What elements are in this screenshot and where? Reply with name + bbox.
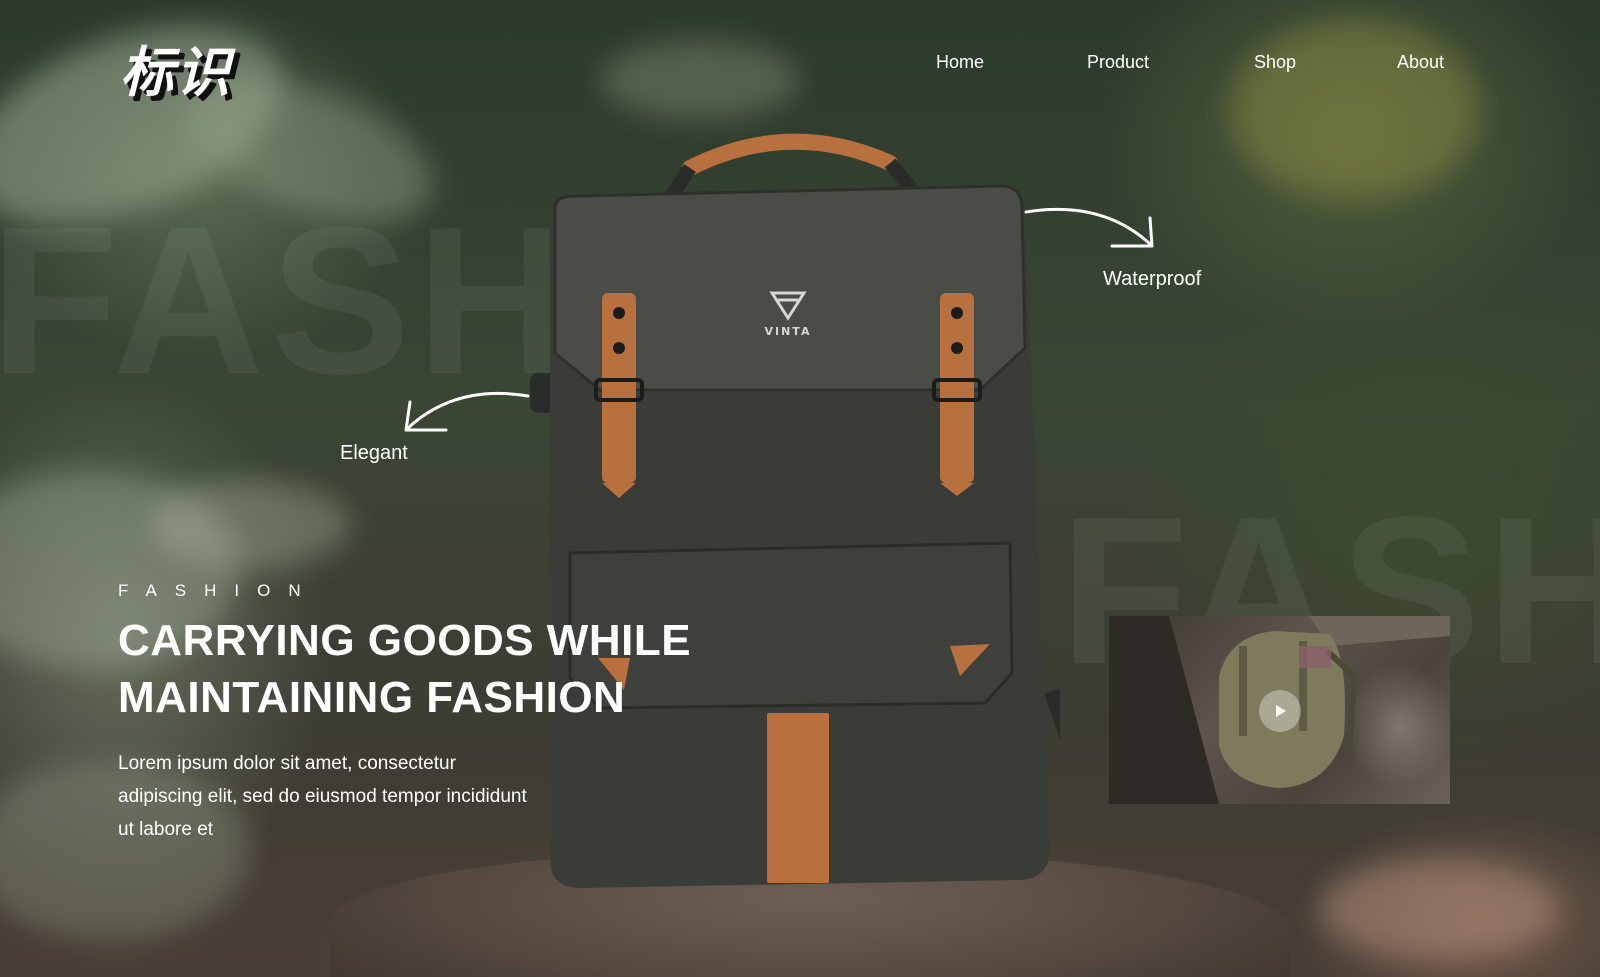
bag-brand-mark: VINTA [765,325,812,338]
elegant-arrow-icon [404,392,530,432]
waterproof-arrow-icon [1024,208,1154,248]
waterproof-callout: Waterproof [1103,268,1202,290]
foliage-blur [1320,860,1560,960]
nav-shop-link[interactable]: Shop [1254,52,1296,73]
hero-eyebrow: FASHION [118,581,319,600]
nav-about-link[interactable]: About [1397,52,1444,73]
hero-body-text: Lorem ipsum dolor sit amet, consectetur … [118,753,527,840]
foliage-blur [600,40,800,120]
play-icon [1276,705,1286,717]
hero-headline-line: CARRYING GOODS WHILE [118,616,692,665]
nav-product-link[interactable]: Product [1087,52,1149,73]
site-logo[interactable]: 标识 [120,28,232,107]
elegant-callout: Elegant [340,442,408,464]
hero-headline-line: MAINTAINING FASHION [118,673,626,722]
hero-stage: FASHION FASHION VINTA 标识 Home P [0,0,1600,977]
play-button[interactable] [1259,690,1301,732]
nav-home-link[interactable]: Home [936,52,984,73]
hero-headline: CARRYING GOODS WHILE MAINTAINING FASHION [118,612,738,726]
backpack-image: VINTA [530,133,1060,888]
foliage-blur [1230,20,1480,200]
video-thumbnail[interactable] [1109,616,1450,804]
foliage-blur [150,480,350,570]
